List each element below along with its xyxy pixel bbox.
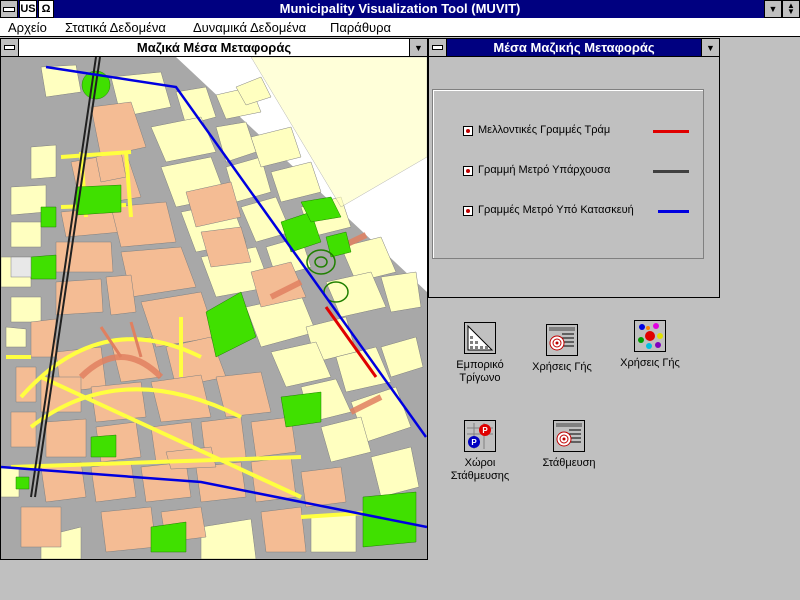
legend-entry-tram[interactable]: Μελλοντικές Γραμμές Τράμ: [463, 123, 698, 139]
legend-swatch-metro-existing: [653, 170, 689, 173]
svg-text:P: P: [471, 438, 477, 447]
map-window-system-menu[interactable]: [1, 39, 19, 56]
app-title-bar: US Ω Municipality Visualization Tool (MU…: [0, 0, 800, 18]
menu-static-data[interactable]: Στατικά Δεδομένα: [65, 20, 166, 35]
legend-window-maximize-button[interactable]: ▼: [701, 39, 719, 56]
legend-checkbox-metro-existing[interactable]: [463, 166, 473, 176]
parking-spaces-icon: P P: [464, 420, 496, 452]
map-window-title-bar: Μαζικά Μέσα Μεταφοράς ▼: [1, 39, 427, 57]
desktop-icon-parking-spaces[interactable]: P P Χώροι Στάθμευσης: [440, 420, 520, 483]
legend-window-title-bar: Μέσα Μαζικής Μεταφοράς ▼: [429, 39, 719, 57]
legend-swatch-metro-construction: [658, 210, 689, 213]
legend-label-metro-existing: Γραμμή Μετρό Υπάρχουσα: [478, 164, 611, 176]
desktop-icon-land-use-map[interactable]: Χρήσεις Γής: [610, 320, 690, 370]
legend-entry-metro-construction[interactable]: Γραμμές Μετρό Υπό Κατασκευή: [463, 203, 698, 219]
map-window-maximize-button[interactable]: ▼: [409, 39, 427, 56]
legend-label-metro-construction: Γραμμές Μετρό Υπό Κατασκευή: [478, 204, 634, 216]
desktop-icon-label: Στάθμευση: [542, 457, 596, 469]
legend-entry-metro-existing[interactable]: Γραμμή Μετρό Υπάρχουσα: [463, 163, 698, 179]
app-title: Municipality Visualization Tool (MUVIT): [279, 1, 521, 16]
app-system-menu-button[interactable]: [0, 0, 18, 18]
legend-window-title: Μέσα Μαζικής Μεταφοράς: [493, 40, 655, 55]
legend-label-tram: Μελλοντικές Γραμμές Τράμ: [478, 124, 611, 136]
language-indicator[interactable]: US: [19, 0, 37, 18]
legend-swatch-tram: [653, 130, 689, 133]
menu-windows[interactable]: Παράθυρα: [330, 20, 391, 35]
legend-window-system-menu[interactable]: [429, 39, 447, 56]
menu-dynamic-data[interactable]: Δυναμικά Δεδομένα: [193, 20, 306, 35]
desktop-icon-land-use-chart[interactable]: Χρήσεις Γής: [522, 324, 602, 374]
menu-bar: Αρχείο Στατικά Δεδομένα Δυναμικά Δεδομέν…: [0, 18, 800, 37]
land-use-chart-icon: [546, 324, 578, 356]
legend-checkbox-tram[interactable]: [463, 126, 473, 136]
desktop-icon-commercial-triangle[interactable]: Εμπορικό Τρίγωνο: [440, 322, 520, 385]
map-window-title: Μαζικά Μέσα Μεταφοράς: [136, 40, 292, 55]
desktop-icon-label: Χώροι Στάθμευσης: [450, 457, 510, 482]
parking-chart-icon: [553, 420, 585, 452]
land-use-map-icon: [634, 320, 666, 352]
desktop-icon-label: Χρήσεις Γής: [620, 357, 680, 369]
legend-panel: Μελλοντικές Γραμμές Τράμ Γραμμή Μετρό Υπ…: [432, 89, 704, 259]
restore-button[interactable]: ▲ ▼: [782, 0, 800, 18]
menu-file[interactable]: Αρχείο: [8, 20, 47, 35]
legend-window: Μέσα Μαζικής Μεταφοράς ▼ Μελλοντικές Γρα…: [428, 38, 720, 298]
desktop-icon-label: Χρήσεις Γής: [532, 361, 592, 373]
desktop-icon-label: Εμπορικό Τρίγωνο: [456, 359, 504, 384]
commercial-triangle-icon: [464, 322, 496, 354]
map-window: Μαζικά Μέσα Μεταφοράς ▼: [0, 38, 428, 560]
city-map[interactable]: [1, 57, 427, 559]
desktop-icon-parking-chart[interactable]: Στάθμευση: [529, 420, 609, 470]
legend-checkbox-metro-construction[interactable]: [463, 206, 473, 216]
minimize-button[interactable]: ▼: [764, 0, 782, 18]
svg-text:P: P: [482, 426, 488, 435]
